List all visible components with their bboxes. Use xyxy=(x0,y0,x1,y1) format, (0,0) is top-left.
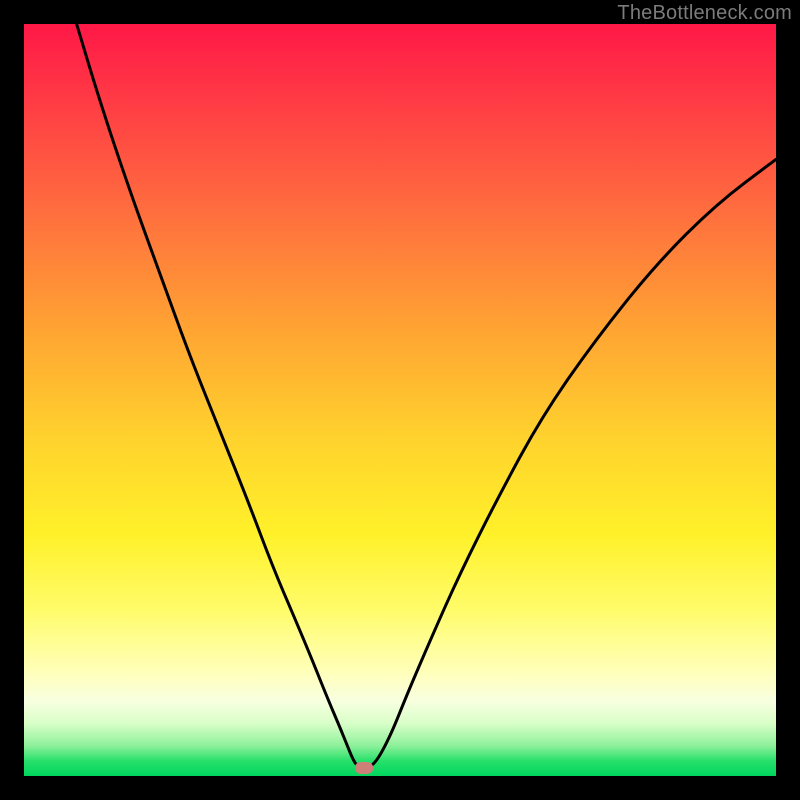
chart-frame: TheBottleneck.com xyxy=(0,0,800,800)
watermark-text: TheBottleneck.com xyxy=(617,2,792,25)
curve-line xyxy=(77,24,776,767)
minimum-marker xyxy=(355,762,373,774)
curve-svg xyxy=(24,24,776,776)
plot-area xyxy=(24,24,776,776)
